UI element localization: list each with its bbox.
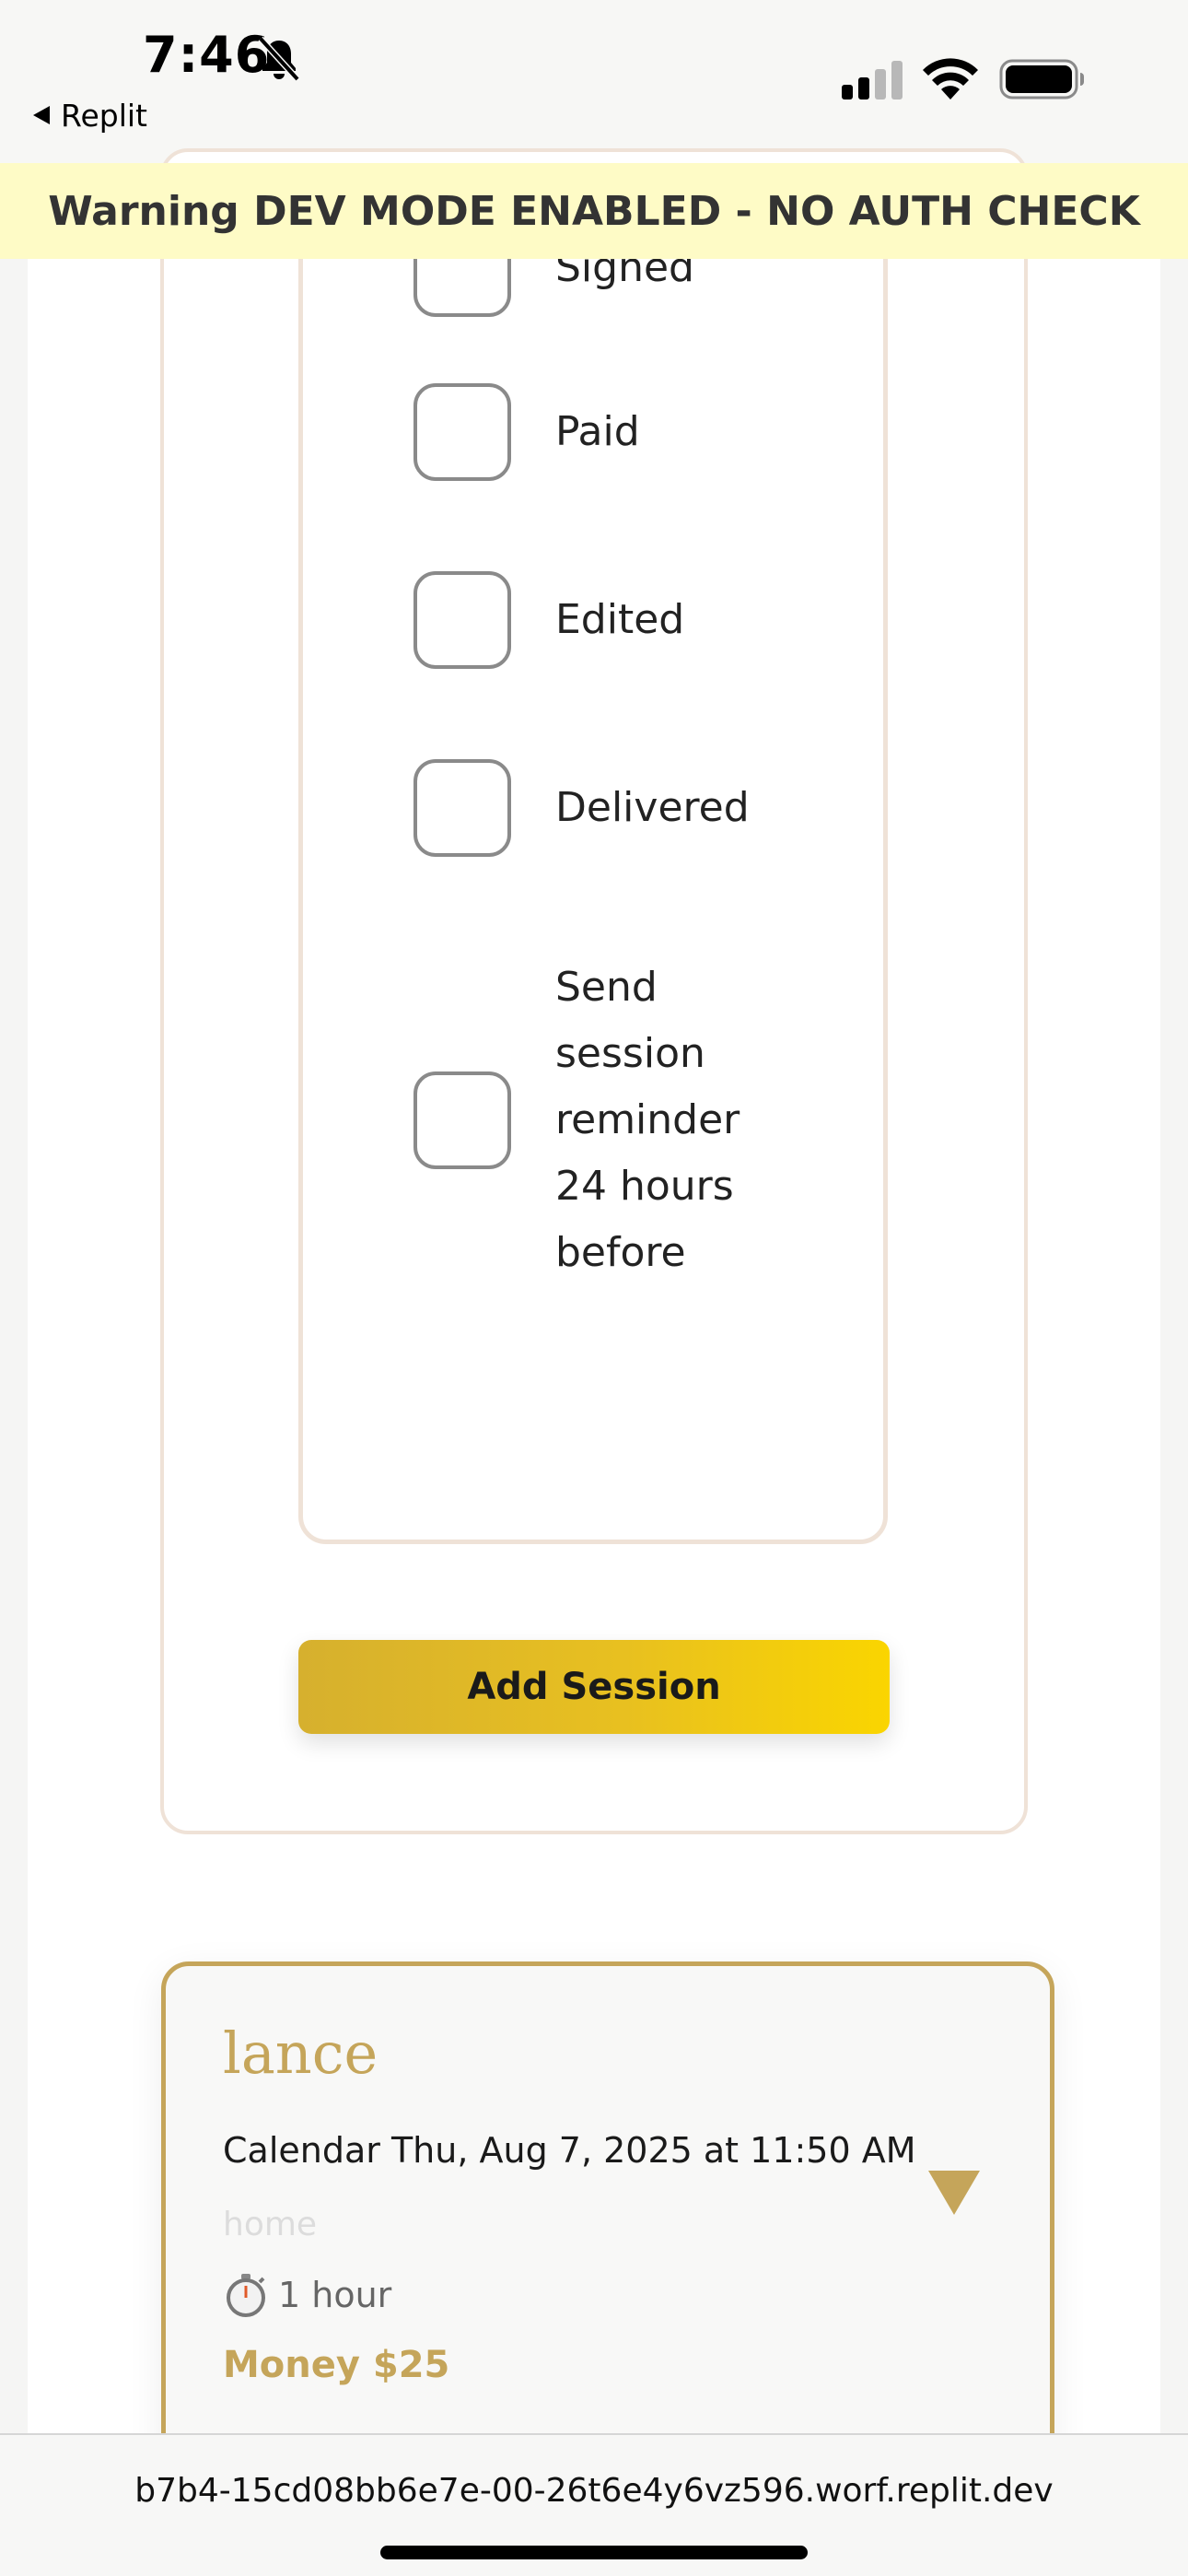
checklist-item-paid[interactable]: Paid — [413, 383, 640, 481]
browser-url-bar[interactable]: b7b4-15cd08bb6e7e-00-26t6e4y6vz596.worf.… — [0, 2433, 1188, 2576]
checklist-label: Send session reminder 24 hours before — [555, 964, 740, 1276]
page-content: Signed Paid Edited Delivered Send sessio… — [28, 148, 1160, 2533]
wifi-icon — [923, 58, 978, 100]
paid-checkbox[interactable] — [413, 383, 511, 481]
checklist-label: Delivered — [555, 784, 750, 831]
status-bar: 7:46 Replit — [0, 0, 1188, 163]
checklist-item-edited[interactable]: Edited — [413, 571, 684, 669]
session-location: home — [223, 2206, 318, 2243]
back-to-replit-link[interactable]: Replit — [33, 94, 147, 136]
home-indicator — [380, 2546, 808, 2559]
status-time: 7:46 — [143, 26, 271, 84]
duration-label: 1 hour — [278, 2275, 392, 2315]
client-name: lance — [223, 2020, 379, 2087]
triangle-down-icon[interactable] — [928, 2171, 980, 2215]
session-price: Money $25 — [223, 2344, 450, 2386]
cellular-signal-icon — [842, 61, 903, 100]
stopwatch-icon — [227, 2274, 265, 2317]
checklist-label: Edited — [555, 596, 685, 643]
dev-mode-warning-banner: Warning DEV MODE ENABLED - NO AUTH CHECK — [0, 163, 1188, 259]
checklist-item-delivered[interactable]: Delivered — [413, 759, 750, 857]
session-status-checklist: Signed Paid Edited Delivered Send sessio… — [298, 219, 888, 1544]
session-date: Calendar Thu, Aug 7, 2025 at 11:50 AM — [223, 2130, 916, 2171]
checklist-item-reminder[interactable]: Send session reminder 24 hours before — [413, 954, 758, 1286]
delivered-checkbox[interactable] — [413, 759, 511, 857]
url-text: b7b4-15cd08bb6e7e-00-26t6e4y6vz596.worf.… — [134, 2472, 1054, 2510]
edited-checkbox[interactable] — [413, 571, 511, 669]
add-session-button[interactable]: Add Session — [298, 1640, 890, 1734]
session-duration: 1 hour — [223, 2272, 391, 2318]
battery-icon — [999, 59, 1084, 100]
checklist-label: Paid — [555, 408, 640, 455]
back-link-label: Replit — [61, 97, 147, 134]
back-arrow-icon — [33, 106, 50, 124]
bell-slash-icon — [258, 36, 300, 82]
reminder-checkbox[interactable] — [413, 1071, 511, 1169]
